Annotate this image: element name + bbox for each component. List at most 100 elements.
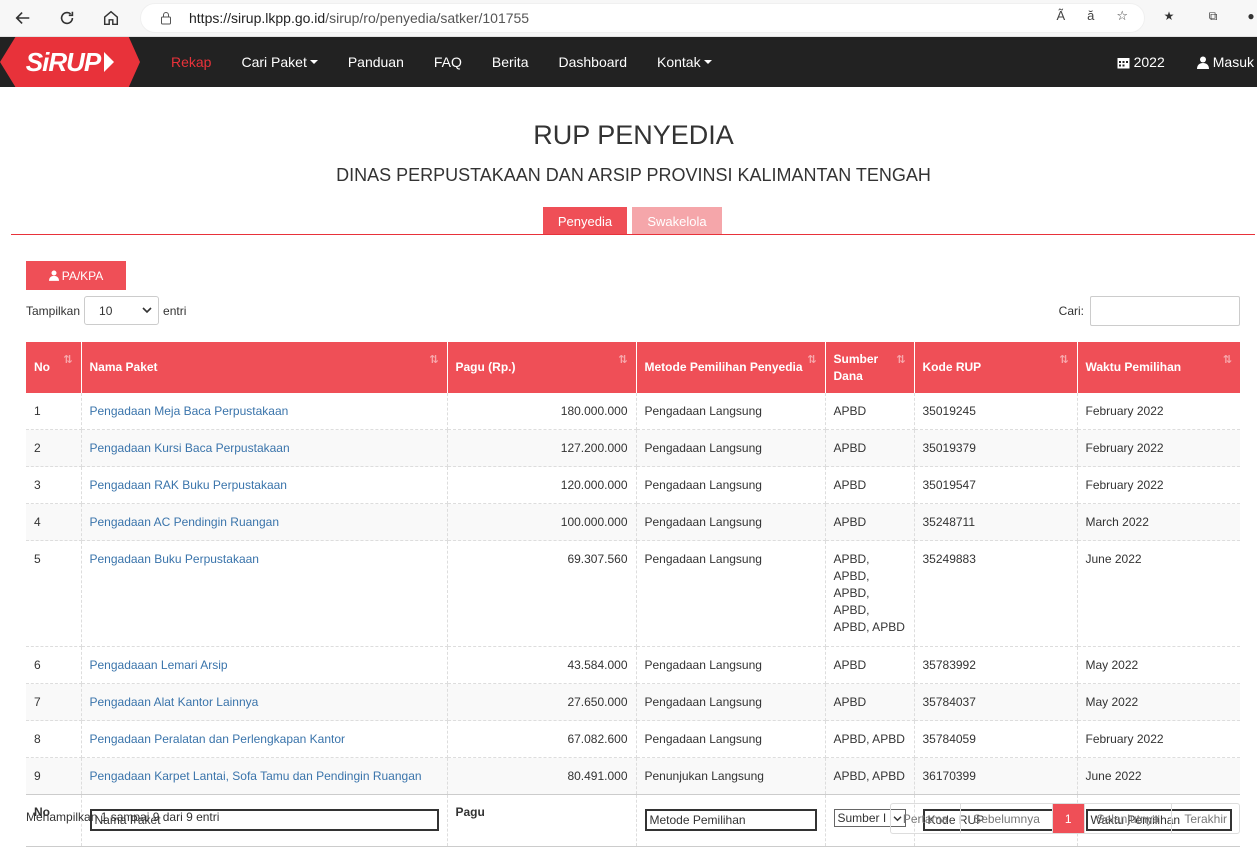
paket-link[interactable]: Pengadaan Kursi Baca Perpustakaan	[90, 441, 290, 455]
logo-text: SiRUP	[25, 46, 101, 77]
cell-nama: Pengadaan RAK Buku Perpustakaan	[81, 466, 448, 504]
table-row: 2 Pengadaan Kursi Baca Perpustakaan 127.…	[26, 429, 1240, 467]
login-link[interactable]: Masuk	[1194, 54, 1257, 70]
show-label: Tampilkan	[26, 303, 81, 318]
col-waktu[interactable]: Waktu Pemilihan ⇅	[1077, 342, 1240, 393]
page-prev[interactable]: Sebelumnya	[961, 804, 1053, 833]
pagination: Pertama Sebelumnya 1 Selanjutnya Terakhi…	[889, 803, 1240, 834]
table-row: 4 Pengadaan AC Pendingin Ruangan 100.000…	[26, 503, 1240, 541]
user-icon	[1196, 56, 1209, 69]
cell-waktu: February 2022	[1077, 429, 1240, 467]
cell-nama: Pengadaaan Lemari Arsip	[81, 646, 448, 684]
cell-metode: Pengadaan Langsung	[636, 646, 826, 684]
page-current[interactable]: 1	[1052, 804, 1085, 833]
caret-down-icon	[309, 60, 318, 64]
year-selector[interactable]: 2022	[1114, 54, 1168, 70]
cell-metode: Pengadaan Langsung	[636, 503, 826, 541]
nav-cari-paket[interactable]: Cari Paket	[226, 37, 332, 87]
nav-panduan[interactable]: Panduan	[333, 37, 419, 87]
col-metode[interactable]: Metode Pemilihan Penyedia ⇅	[636, 342, 826, 393]
site-navbar: SiRUP Rekap Cari Paket Panduan FAQ Berit…	[0, 37, 1257, 87]
paket-link[interactable]: Pengadaan Alat Kantor Lainnya	[90, 695, 259, 709]
cell-waktu: June 2022	[1077, 757, 1240, 795]
address-bar[interactable]: https://sirup.lkpp.go.id/sirup/ro/penyed…	[140, 3, 1145, 33]
cell-metode: Pengadaan Langsung	[636, 720, 826, 758]
lock-icon	[161, 12, 171, 25]
cell-kode: 35249883	[914, 540, 1078, 647]
cell-nama: Pengadaan Kursi Baca Perpustakaan	[81, 429, 448, 467]
collections-icon[interactable]: ⧉	[1201, 4, 1225, 28]
cell-metode: Penunjukan Langsung	[636, 757, 826, 795]
cell-sumber: APBD	[825, 503, 915, 541]
cell-sumber: APBD	[825, 646, 915, 684]
col-kode-rup[interactable]: Kode RUP ⇅	[914, 342, 1078, 393]
url-text: https://sirup.lkpp.go.id/sirup/ro/penyed…	[189, 10, 530, 26]
cell-kode: 35248711	[914, 503, 1078, 541]
search-input[interactable]	[1090, 296, 1240, 326]
cell-pagu: 27.650.000	[447, 683, 637, 721]
cell-pagu: 180.000.000	[447, 393, 637, 430]
cell-nama: Pengadaan Karpet Lantai, Sofa Tamu dan P…	[81, 757, 448, 795]
cell-metode: Pengadaan Langsung	[636, 393, 826, 430]
paket-link[interactable]: Pengadaan RAK Buku Perpustakaan	[90, 478, 287, 492]
translate-icon[interactable]: ă	[1087, 8, 1094, 24]
sort-icon: ⇅	[1222, 354, 1232, 366]
cell-pagu: 120.000.000	[447, 466, 637, 504]
cell-no: 8	[26, 720, 82, 758]
table-row: 6 Pengadaaan Lemari Arsip 43.584.000 Pen…	[26, 646, 1240, 684]
col-sumber-dana[interactable]: Sumber Dana ⇅	[825, 342, 915, 393]
back-icon[interactable]	[8, 3, 38, 33]
nav-faq[interactable]: FAQ	[419, 37, 477, 87]
cell-metode: Pengadaan Langsung	[636, 429, 826, 467]
filter-metode-cell: Metode Pemilihan	[636, 794, 826, 847]
nav-rekap[interactable]: Rekap	[156, 37, 226, 87]
paket-link[interactable]: Pengadaaan Lemari Arsip	[90, 658, 228, 672]
paket-link[interactable]: Pengadaan AC Pendingin Ruangan	[90, 515, 280, 529]
nav-kontak[interactable]: Kontak	[642, 37, 727, 87]
nav-dashboard[interactable]: Dashboard	[543, 37, 642, 87]
reload-icon[interactable]	[52, 3, 82, 33]
cell-sumber: APBD, APBD	[825, 720, 915, 758]
paket-link[interactable]: Pengadaan Peralatan dan Perlengkapan Kan…	[90, 732, 346, 746]
profile-icon[interactable]: ●	[1245, 4, 1257, 28]
add-favorite-icon[interactable]: ☆	[1116, 8, 1128, 24]
paket-link[interactable]: Pengadaan Karpet Lantai, Sofa Tamu dan P…	[90, 769, 422, 783]
page-next[interactable]: Selanjutnya	[1085, 804, 1173, 833]
cell-no: 3	[26, 466, 82, 504]
table-row: 3 Pengadaan RAK Buku Perpustakaan 120.00…	[26, 466, 1240, 504]
col-nama-paket[interactable]: Nama Paket ⇅	[81, 342, 448, 393]
pakpa-button[interactable]: PA/KPA	[26, 261, 126, 290]
cell-waktu: February 2022	[1077, 466, 1240, 504]
cell-nama: Pengadaan Peralatan dan Perlengkapan Kan…	[81, 720, 448, 758]
cell-sumber: APBD	[825, 429, 915, 467]
sort-icon: ⇅	[429, 354, 439, 366]
cell-no: 7	[26, 683, 82, 721]
page-length-select[interactable]: 10	[84, 296, 160, 325]
page-subtitle: DINAS PERPUSTAKAAN DAN ARSIP PROVINSI KA…	[336, 165, 931, 185]
cell-no: 5	[26, 540, 82, 647]
favorites-icon[interactable]: ★	[1157, 4, 1181, 28]
sort-icon: ⇅	[1059, 354, 1069, 366]
chevron-down-icon	[142, 307, 152, 314]
cell-pagu: 69.307.560	[447, 540, 637, 647]
sirup-logo[interactable]: SiRUP	[0, 37, 140, 87]
paket-link[interactable]: Pengadaan Buku Perpustakaan	[90, 552, 259, 566]
rup-table: No ⇅ Nama Paket ⇅ Pagu (Rp.) ⇅ Metode Pemil…	[26, 342, 1240, 847]
page-first[interactable]: Pertama	[891, 804, 962, 833]
tab-penyedia[interactable]: Penyedia	[543, 207, 627, 235]
page-last[interactable]: Terakhir	[1172, 804, 1239, 833]
tab-swakelola[interactable]: Swakelola	[632, 207, 722, 235]
col-no[interactable]: No ⇅	[26, 342, 82, 393]
paket-link[interactable]: Pengadaan Meja Baca Perpustakaan	[90, 404, 289, 418]
col-pagu[interactable]: Pagu (Rp.) ⇅	[447, 342, 637, 393]
read-aloud-icon[interactable]: Ã	[1056, 8, 1065, 24]
nav-berita[interactable]: Berita	[477, 37, 544, 87]
sort-icon: ⇅	[896, 354, 906, 366]
cell-waktu: May 2022	[1077, 683, 1240, 721]
cell-no: 9	[26, 757, 82, 795]
page-title: RUP PENYEDIA	[533, 120, 734, 150]
search-label: Cari:	[1058, 304, 1084, 318]
table-info: Menampilkan 1 sampai 9 dari 9 entri	[26, 810, 220, 824]
home-icon[interactable]	[96, 3, 126, 33]
filter-metode-input[interactable]: Metode Pemilihan	[644, 809, 817, 831]
